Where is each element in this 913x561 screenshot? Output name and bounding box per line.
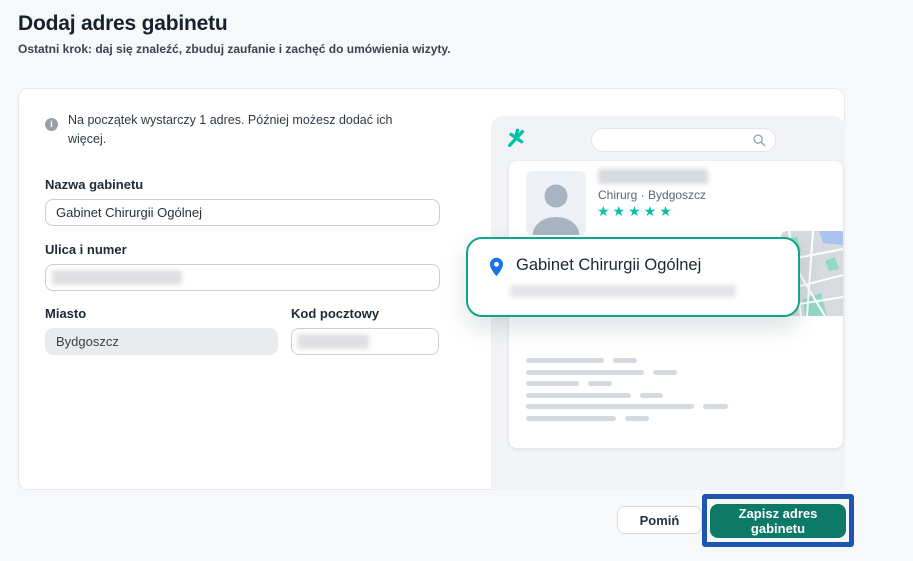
office-name-label: Nazwa gabinetu — [45, 177, 144, 192]
save-button-highlight: Zapisz adres gabinetu — [702, 494, 854, 547]
page-subtitle: Ostatni krok: daj się znaleźć, zbuduj za… — [18, 42, 451, 56]
preview-search-input — [591, 128, 776, 152]
onboarding-page: Dodaj adres gabinetu Ostatni krok: daj s… — [0, 0, 913, 561]
city-input — [45, 328, 278, 355]
city-label: Miasto — [45, 306, 87, 321]
placeholder-line — [526, 370, 677, 375]
docplanner-logo-icon — [506, 128, 528, 150]
info-banner-text: Na początek wystarczy 1 adres. Później m… — [68, 113, 393, 147]
placeholder-line — [526, 416, 649, 421]
save-button[interactable]: Zapisz adres gabinetu — [710, 503, 846, 538]
doctor-name-redacted — [598, 169, 708, 184]
specialty-location-text: Chirurg · Bydgoszcz — [598, 188, 707, 202]
placeholder-line — [526, 381, 612, 386]
office-name-input[interactable] — [45, 199, 440, 226]
info-circle-icon — [45, 118, 58, 131]
street-value-redacted — [52, 270, 182, 285]
placeholder-line — [526, 404, 728, 409]
info-banner: Na początek wystarczy 1 adres. Później m… — [45, 111, 425, 150]
street-label: Ulica i numer — [45, 242, 127, 257]
skip-button[interactable]: Pomiń — [617, 506, 702, 534]
postal-code-label: Kod pocztowy — [291, 306, 380, 321]
page-title: Dodaj adres gabinetu — [18, 12, 228, 35]
callout-address-redacted — [510, 285, 736, 297]
star-rating: ★★★★★ — [597, 203, 675, 219]
postal-code-value-redacted — [297, 334, 369, 349]
placeholder-line — [526, 358, 637, 363]
search-icon — [753, 134, 766, 147]
address-callout: Gabinet Chirurgii Ogólnej — [466, 237, 800, 317]
callout-office-name: Gabinet Chirurgii Ogólnej — [516, 256, 702, 274]
location-pin-icon — [488, 257, 505, 282]
placeholder-line — [526, 393, 663, 398]
avatar — [526, 171, 586, 235]
